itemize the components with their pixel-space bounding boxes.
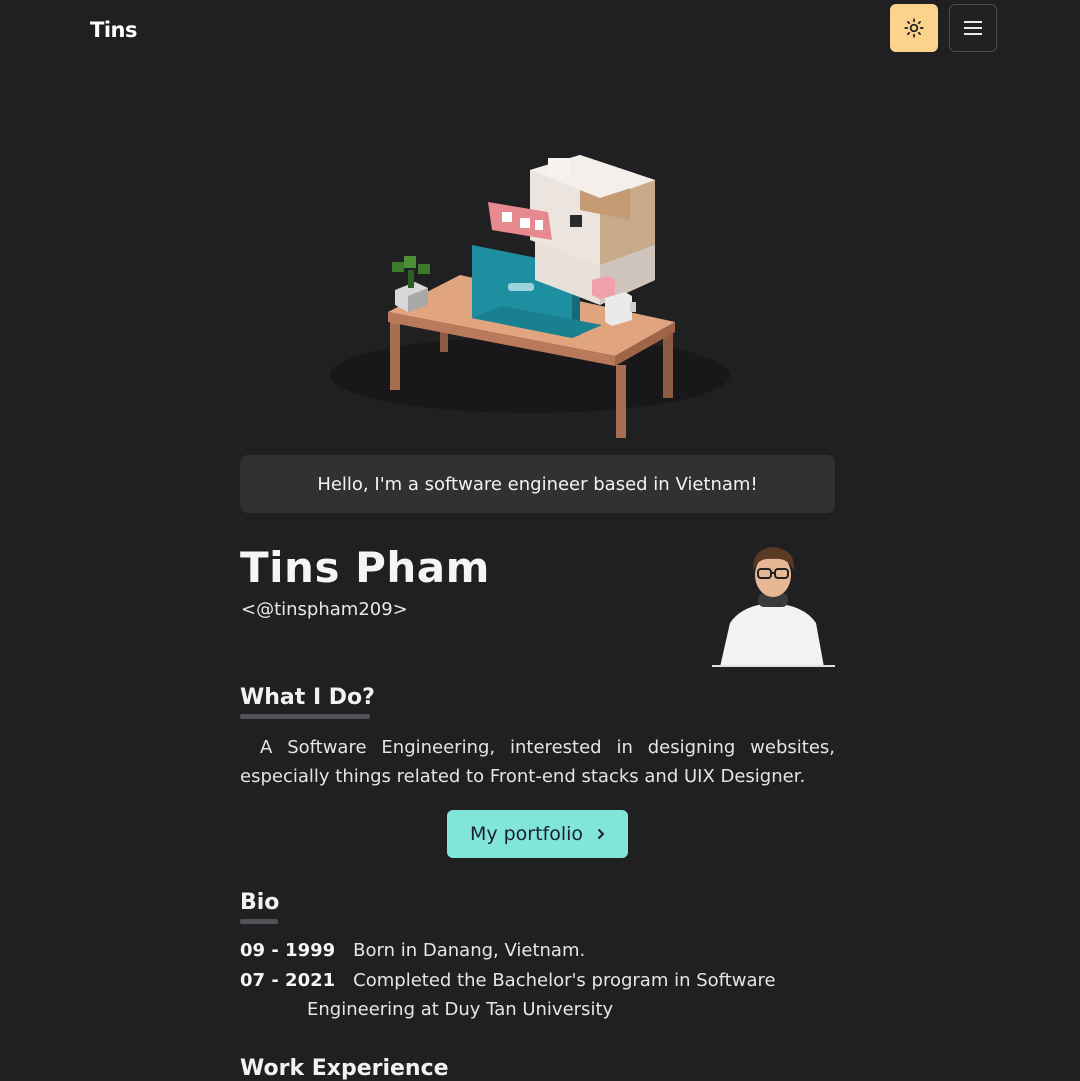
bio-heading: Bio — [240, 890, 280, 915]
navbar: Tins — [0, 0, 1080, 64]
what-i-do-description: A Software Engineering, interested in de… — [240, 737, 835, 787]
voxel-dog-illustration — [280, 140, 800, 450]
hamburger-icon — [964, 21, 982, 35]
menu-button[interactable] — [949, 4, 997, 52]
bio-year: 07 - 2021 — [240, 970, 336, 991]
sun-icon — [904, 18, 924, 38]
portfolio-button[interactable]: My portfolio — [447, 810, 628, 858]
bio-text: Born in Danang, Vietnam. — [353, 940, 586, 961]
bio-underline — [240, 919, 278, 924]
avatar-underline — [712, 665, 835, 667]
profile-handle: <@tinspham209> — [241, 599, 408, 620]
portfolio-button-label: My portfolio — [469, 823, 584, 845]
bio-entry: 07 - 2021 Completed the Bachelor's progra… — [240, 970, 776, 991]
bio-entry: 09 - 1999 Born in Danang, Vietnam. — [240, 940, 585, 961]
what-i-do-underline — [240, 714, 370, 719]
what-i-do-heading: What I Do? — [240, 685, 375, 710]
greeting-banner: Hello, I'm a software engineer based in … — [240, 455, 835, 513]
profile-name: Tins Pham — [240, 543, 490, 592]
chevron-right-icon — [597, 828, 605, 840]
bio-text: Completed the Bachelor's program in Soft… — [353, 970, 776, 991]
avatar — [712, 543, 835, 667]
site-logo[interactable]: Tins — [90, 18, 137, 42]
bio-text-continued: Engineering at Duy Tan University — [307, 999, 614, 1020]
theme-toggle-button[interactable] — [890, 4, 938, 52]
bio-year: 09 - 1999 — [240, 940, 336, 961]
work-experience-heading: Work Experience — [240, 1056, 449, 1081]
